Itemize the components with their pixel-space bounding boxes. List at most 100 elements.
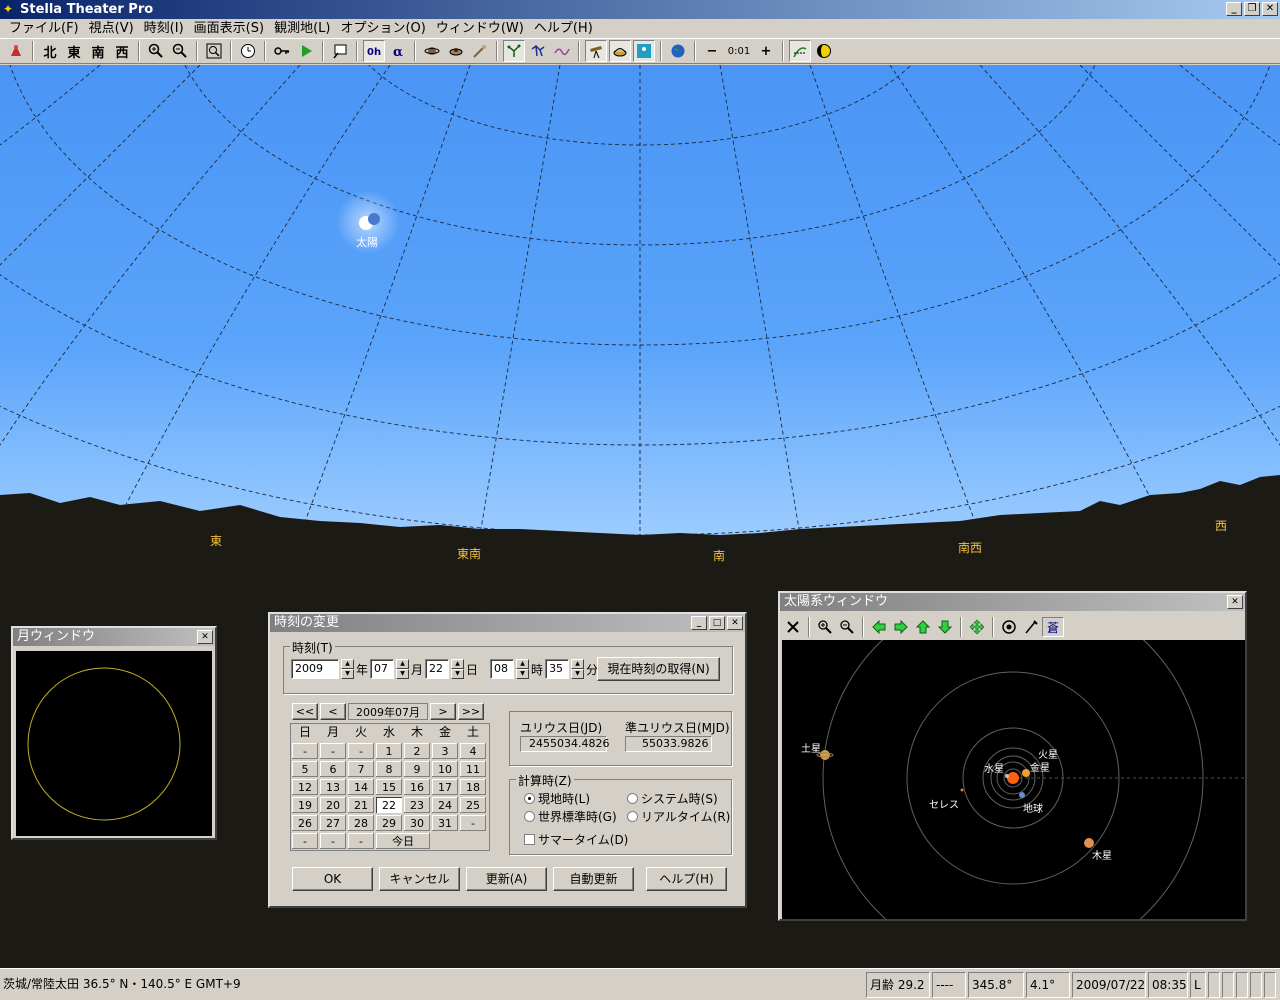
calendar-day[interactable]: 12 [291, 778, 319, 796]
moon-window-close-button[interactable]: ✕ [197, 630, 213, 644]
key-icon[interactable] [271, 40, 293, 62]
menu-location[interactable]: 観測地(L) [269, 19, 335, 38]
step-minus-button[interactable]: − [701, 40, 723, 62]
cal-prev-year-button[interactable]: << [292, 703, 318, 720]
close-icon[interactable] [782, 617, 804, 637]
calendar-day[interactable]: 11 [459, 760, 487, 778]
time-dialog-close-button[interactable]: ✕ [727, 616, 743, 630]
close-button[interactable]: ✕ [1262, 2, 1278, 16]
month-spinner[interactable]: ▲ ▼ [396, 659, 410, 679]
calendar-day[interactable]: 3 [431, 742, 459, 760]
ok-button[interactable]: OK [292, 867, 373, 891]
menu-display[interactable]: 画面表示(S) [189, 19, 269, 38]
calendar-day[interactable]: 10 [431, 760, 459, 778]
east-button[interactable]: 東 [63, 40, 85, 62]
zoom-out-icon[interactable] [169, 40, 191, 62]
sun-label[interactable]: 太陽 [356, 234, 378, 250]
telescope-icon[interactable] [585, 40, 607, 62]
zoom-in-icon[interactable] [145, 40, 167, 62]
satellite-icon[interactable] [609, 40, 631, 62]
calendar-day[interactable]: 2 [403, 742, 431, 760]
hour-field[interactable]: 08 [490, 659, 515, 679]
alpha-icon[interactable]: α [387, 40, 409, 62]
label-ceres[interactable]: セレス [929, 796, 959, 811]
minimize-button[interactable]: _ [1226, 2, 1242, 16]
label-mercury[interactable]: 水星 [984, 760, 1004, 775]
calendar-day[interactable]: - [347, 742, 375, 760]
help-button[interactable]: ヘルプ(H) [646, 867, 727, 891]
radio-local-time-dot[interactable] [524, 793, 535, 804]
radio-realtime-dot[interactable] [627, 811, 638, 822]
calendar-day[interactable]: 16 [403, 778, 431, 796]
get-current-time-button[interactable]: 現在時刻の取得(N) [597, 657, 720, 681]
menu-time[interactable]: 時刻(I) [139, 19, 189, 38]
calendar-day[interactable]: 15 [375, 778, 403, 796]
constellation-a-icon[interactable] [503, 40, 525, 62]
radio-local-time[interactable]: 現地時(L) [524, 790, 590, 807]
step-plus-button[interactable]: + [755, 40, 777, 62]
calendar-day[interactable]: 23 [403, 796, 431, 814]
radio-realtime[interactable]: リアルタイム(R) [627, 808, 730, 825]
label-jupiter[interactable]: 木星 [1092, 847, 1112, 862]
year-spinner[interactable]: ▲ ▼ [341, 659, 354, 679]
time-dialog-titlebar[interactable]: 時刻の変更 _ □ ✕ [270, 614, 745, 632]
calendar-day[interactable]: - [459, 814, 487, 832]
horizon-flag-icon[interactable]: 0h [363, 40, 385, 62]
solar-window-titlebar[interactable]: 太陽系ウィンドウ ✕ [780, 593, 1245, 611]
calendar-day[interactable]: - [319, 742, 347, 760]
sky-image-icon[interactable] [633, 40, 655, 62]
menu-view[interactable]: 視点(V) [84, 19, 139, 38]
label-earth[interactable]: 地球 [1023, 800, 1043, 815]
calendar-day[interactable]: 8 [375, 760, 403, 778]
label-icon[interactable]: 蒼 [1042, 617, 1064, 637]
calendar-day[interactable]: 22 [375, 796, 403, 814]
cal-prev-month-button[interactable]: < [320, 703, 346, 720]
month-field[interactable]: 07 [370, 659, 395, 679]
calendar-day[interactable]: 14 [347, 778, 375, 796]
cancel-button[interactable]: キャンセル [379, 867, 460, 891]
clock-icon[interactable] [237, 40, 259, 62]
radio-system-time-dot[interactable] [627, 793, 638, 804]
cal-next-year-button[interactable]: >> [458, 703, 484, 720]
hour-spinner[interactable]: ▲ ▼ [516, 659, 530, 679]
calendar-day[interactable]: - [319, 832, 347, 850]
calendar-day[interactable]: 9 [403, 760, 431, 778]
calendar-day[interactable]: 1 [375, 742, 403, 760]
north-button[interactable]: 北 [39, 40, 61, 62]
day-spinner[interactable]: ▲ ▼ [451, 659, 465, 679]
planet-a-icon[interactable] [421, 40, 443, 62]
today-button[interactable]: 今日 [375, 832, 431, 850]
zoom-out-icon[interactable] [836, 617, 858, 637]
constellation-b-icon[interactable] [527, 40, 549, 62]
south-button[interactable]: 南 [87, 40, 109, 62]
cal-next-month-button[interactable]: > [430, 703, 456, 720]
arrow-left-icon[interactable] [868, 617, 890, 637]
radio-utc[interactable]: 世界標準時(G) [524, 808, 617, 825]
calendar-day[interactable]: - [291, 832, 319, 850]
moon-window-titlebar[interactable]: 月ウィンドウ ✕ [13, 628, 215, 646]
calendar-day[interactable]: 31 [431, 814, 459, 832]
label-venus[interactable]: 金星 [1030, 759, 1050, 774]
calendar-day[interactable]: 17 [431, 778, 459, 796]
menu-options[interactable]: オプション(O) [335, 19, 430, 38]
restore-button[interactable]: ❐ [1244, 2, 1260, 16]
calendar-day[interactable]: 29 [375, 814, 403, 832]
calendar-day[interactable]: 4 [459, 742, 487, 760]
center-icon[interactable] [966, 617, 988, 637]
label-saturn[interactable]: 土星 [801, 740, 821, 755]
minute-field[interactable]: 35 [545, 659, 570, 679]
summer-time-checkbox[interactable]: サマータイム(D) [524, 831, 628, 848]
calendar-day[interactable]: 30 [403, 814, 431, 832]
zoom-in-icon[interactable] [814, 617, 836, 637]
minute-spinner[interactable]: ▲ ▼ [571, 659, 585, 679]
summer-time-box[interactable] [524, 834, 535, 845]
calendar-day[interactable]: 18 [459, 778, 487, 796]
calendar-day[interactable]: 21 [347, 796, 375, 814]
calendar-day[interactable]: 27 [319, 814, 347, 832]
calendar-day[interactable]: 24 [431, 796, 459, 814]
calendar-day[interactable]: 5 [291, 760, 319, 778]
radio-system-time[interactable]: システム時(S) [627, 790, 718, 807]
menu-file[interactable]: ファイル(F) [4, 19, 84, 38]
calendar-day[interactable]: 28 [347, 814, 375, 832]
time-dialog-minimize-button[interactable]: _ [691, 616, 707, 630]
